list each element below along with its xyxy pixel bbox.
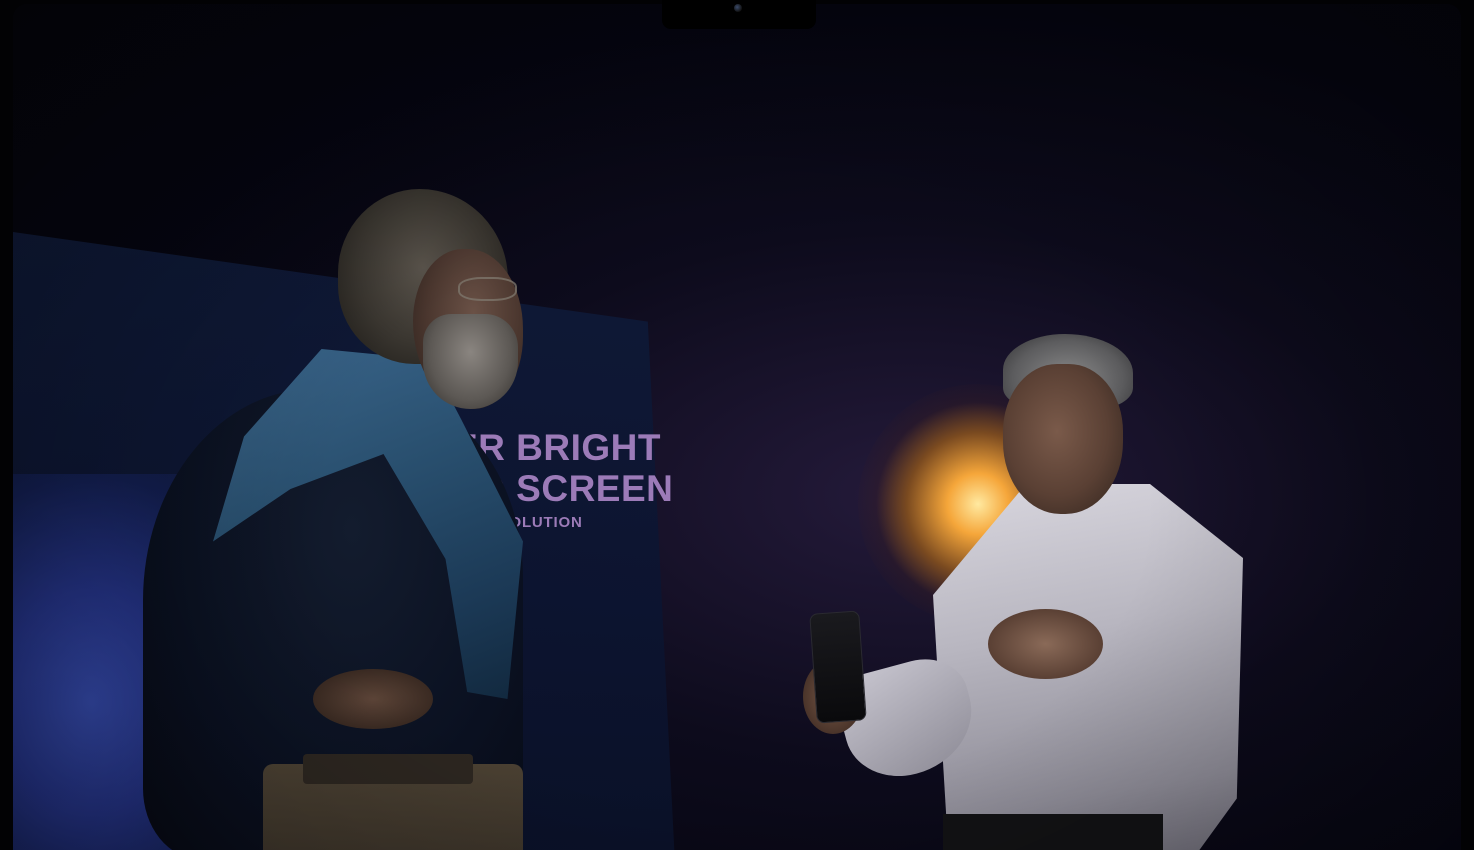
stage-photo: ER BRIGHT ED SCREEN 60 RESOLUTION (13, 4, 1461, 850)
smartphone (809, 610, 867, 724)
presenter-left-belt (303, 754, 473, 784)
camera-icon (734, 4, 742, 12)
presenter-left (123, 189, 543, 850)
presenter-left-hand (313, 669, 433, 729)
device-frame: ER BRIGHT ED SCREEN 60 RESOLUTION (0, 0, 1474, 850)
presenter-right-face (1003, 364, 1123, 514)
presenter-right (803, 334, 1253, 850)
presenter-left-beard (423, 314, 518, 409)
presenter-left-glasses (458, 277, 517, 301)
presenter-right-gesturing-hand (988, 609, 1103, 679)
presenter-right-pants (943, 814, 1163, 850)
